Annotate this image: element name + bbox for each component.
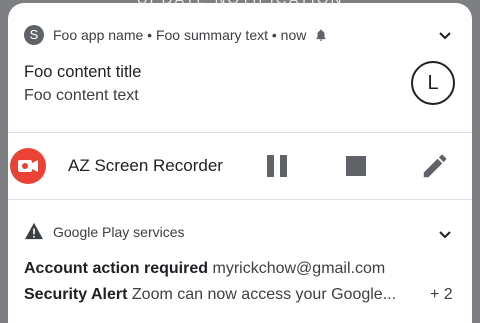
notification-google-play-services[interactable]: Google Play services Account action requ… — [8, 200, 472, 323]
warning-icon — [25, 222, 43, 240]
app-name-label: Google Play services — [53, 224, 185, 240]
recorder-app-label: AZ Screen Recorder — [68, 156, 223, 175]
notification-shade: S Foo app name • Foo summary text • now … — [8, 3, 472, 323]
stop-icon[interactable] — [341, 151, 371, 181]
message-text: Zoom can now access your Google... — [131, 286, 397, 303]
avatar: L — [411, 61, 455, 105]
pencil-icon[interactable] — [420, 151, 450, 181]
expand-chevron-icon[interactable] — [438, 31, 452, 41]
message-title: Security Alert — [24, 286, 128, 303]
message-title: Account action required — [24, 260, 209, 277]
expand-chevron-icon[interactable] — [438, 230, 452, 240]
more-count-badge: + 2 — [430, 286, 453, 303]
app-icon: S — [24, 25, 44, 45]
message-text: myrickchow@gmail.com — [212, 260, 386, 277]
notification-title: Foo content title — [24, 63, 142, 81]
notification-header: S Foo app name • Foo summary text • now — [24, 25, 328, 45]
notification-recorder[interactable]: AZ Screen Recorder — [8, 133, 472, 199]
notification-header-text: Foo app name • Foo summary text • now — [53, 27, 307, 43]
bell-icon — [316, 29, 327, 41]
message-line-security: Security Alert Zoom can now access your … — [24, 286, 396, 304]
pause-icon[interactable] — [262, 151, 292, 181]
video-camera-icon — [10, 148, 46, 184]
notification-text: Foo content text — [24, 87, 139, 104]
notification-foo[interactable]: S Foo app name • Foo summary text • now … — [8, 3, 472, 132]
message-line-account: Account action required myrickchow@gmail… — [24, 260, 385, 278]
